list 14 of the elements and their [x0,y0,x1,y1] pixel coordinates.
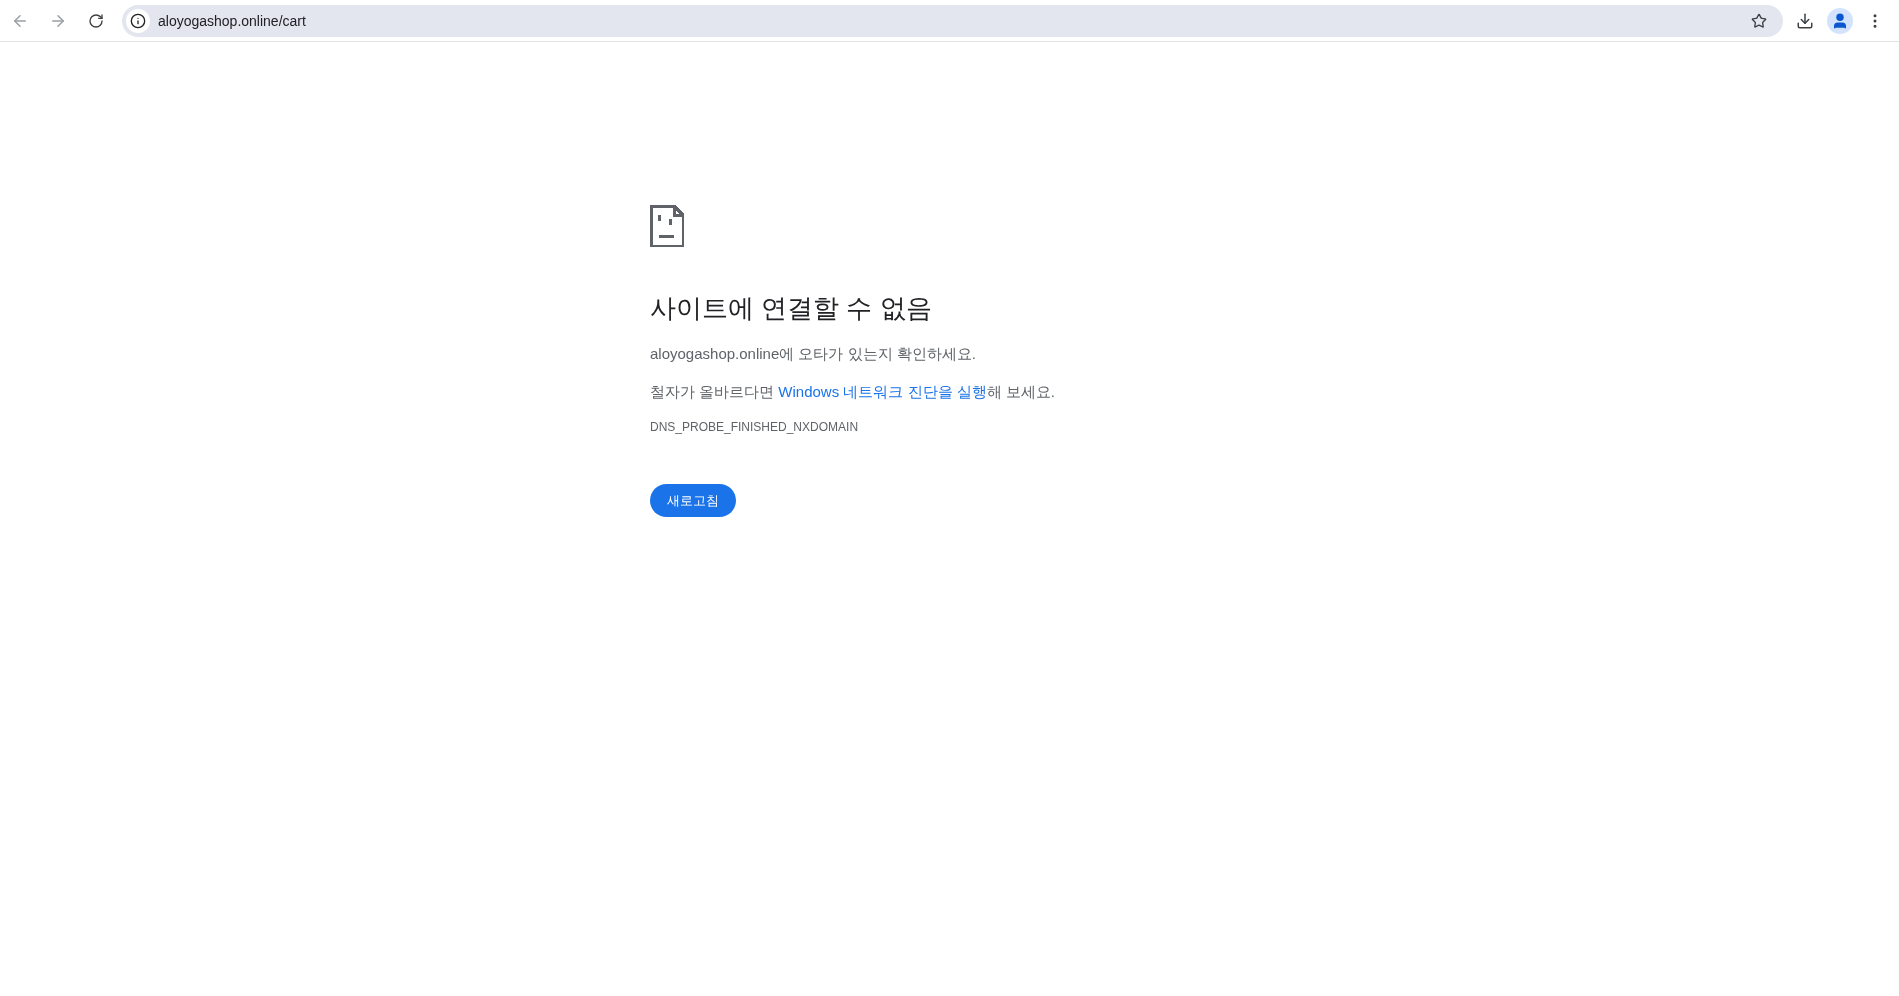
reload-page-button[interactable]: 새로고침 [650,484,736,517]
suggestion-text: 철자가 올바르다면 Windows 네트워크 진단을 실행해 보세요. [650,382,1057,402]
url-text: aloyogashop.online/cart [158,12,307,29]
sad-page-icon [650,205,684,247]
error-title: 사이트에 연결할 수 없음 [650,292,933,325]
star-icon[interactable] [1751,12,1767,29]
error-message: aloyogashop.online에 오타가 있는지 확인하세요. [650,344,977,364]
info-icon[interactable] [126,8,150,33]
address-bar[interactable]: aloyogashop.online/cart [122,4,1783,37]
reload-icon[interactable] [88,12,104,29]
diagnostics-link[interactable]: Windows 네트워크 진단을 실행 [778,383,987,400]
download-icon[interactable] [1796,11,1814,30]
profile-icon[interactable] [1827,7,1853,34]
error-code: DNS_PROBE_FINISHED_NXDOMAIN [650,420,860,434]
